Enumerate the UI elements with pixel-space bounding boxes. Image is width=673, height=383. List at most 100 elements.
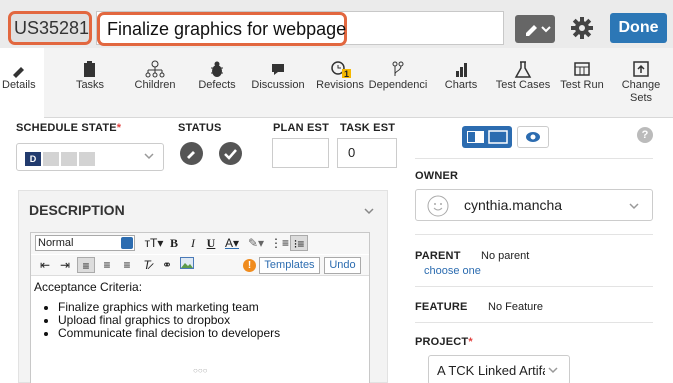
tab-label: Change Sets [621,79,661,104]
rich-text-editor[interactable]: Normal ᴛT▾ B I U A▾ ✎▾ ⋮≡ ⁝≡ ⇤ ⇥ ≡ ≡ ≡ T… [30,232,370,383]
chevron-down-icon [144,153,154,160]
templates-button[interactable]: Templates [259,257,320,274]
history-icon: 1 [331,61,351,78]
owner-label: OWNER [415,170,459,182]
revision-badge-count: 1 [344,69,349,78]
align-left-icon[interactable]: ≡ [77,257,95,273]
blocked-toggle[interactable] [180,142,203,165]
chevron-down-icon [629,203,639,210]
tab-test-run[interactable]: Test Run [556,48,608,118]
parent-value: No parent [481,250,530,262]
changeset-icon [633,61,649,77]
tab-change-sets[interactable]: Change Sets [614,48,668,118]
tab-charts[interactable]: Charts [436,48,486,118]
tab-details[interactable]: Details [0,48,44,119]
help-icon[interactable]: ? [637,127,653,143]
table-icon [574,62,590,76]
list-item: Communicate final decision to developers [58,327,366,340]
task-est-input[interactable]: 0 [337,138,397,168]
highlight-color-icon[interactable]: ✎▾ [246,235,266,251]
format-select[interactable]: Normal [35,235,135,251]
pencil-icon [13,67,24,78]
gear-icon [571,17,593,39]
chevron-down-icon [548,367,558,374]
undo-button[interactable]: Undo [324,257,361,274]
tab-dependencies[interactable]: Dependenci [368,48,428,118]
tab-label: Test Cases [495,79,551,91]
tab-label: Children [134,79,176,91]
tab-revisions[interactable]: 1 Revisions [312,48,368,118]
tab-label: Revisions [316,79,364,91]
description-content[interactable]: Acceptance Criteria: Finalize graphics w… [34,280,366,340]
pencil-icon [526,25,551,36]
tab-defects[interactable]: Defects [190,48,244,118]
project-label: PROJECT* [415,336,473,348]
title-field[interactable]: Finalize graphics for webpage [96,11,504,46]
branch-icon [392,61,404,76]
ready-toggle[interactable] [219,142,242,165]
resize-grip-icon[interactable]: ○○○ [193,366,208,375]
chevron-down-icon [121,237,133,249]
divider [415,286,653,287]
done-button[interactable]: Done [610,13,667,43]
edit-menu-button[interactable] [515,15,555,43]
state-defined[interactable]: D [25,152,41,166]
schedule-state-dropdown[interactable]: D [16,143,164,171]
divider [415,234,653,235]
choose-parent-link[interactable]: choose one [424,265,481,277]
italic-icon[interactable]: I [186,235,200,251]
plan-est-label: PLAN EST [273,122,329,134]
speech-bubble-icon [272,64,284,75]
outdent-icon[interactable]: ⇤ [37,257,53,273]
status-label: STATUS [178,122,222,134]
parent-label: PARENT [415,250,461,262]
chevron-down-icon[interactable] [363,205,375,217]
title-text: Finalize graphics for webpage [107,19,347,39]
hierarchy-icon [145,60,165,78]
formatted-id: US35281 [8,11,92,45]
clear-format-icon[interactable]: T̷ [139,257,155,273]
description-panel: DESCRIPTION Normal ᴛT▾ B I U A▾ ✎▾ ⋮≡ ⁝≡… [18,190,388,383]
task-est-label: TASK EST [340,122,396,134]
feature-value: No Feature [488,301,544,313]
editor-toolbar-row-2: ⇤ ⇥ ≡ ≡ ≡ T̷ ⚭ ! Templates Undo [31,255,369,276]
tab-discussion[interactable]: Discussion [248,48,308,118]
bar-chart-icon [456,63,467,77]
image-icon[interactable] [179,257,195,273]
acceptance-list: Finalize graphics with marketing team Up… [58,301,366,340]
flask-icon [514,61,532,78]
align-right-icon[interactable]: ≡ [119,257,135,273]
state-segment[interactable] [79,152,95,166]
check-icon [224,149,237,160]
tab-tasks[interactable]: Tasks [68,48,112,118]
project-value: A TCK Linked Artifact [437,363,545,378]
indent-icon[interactable]: ⇥ [57,257,73,273]
watch-button[interactable] [517,126,549,148]
avatar [427,195,449,217]
artifact-header: US35281 Finalize graphics for webpage Do… [0,0,673,48]
format-select-value: Normal [38,237,74,249]
owner-dropdown[interactable]: cynthia.mancha [415,189,653,221]
project-dropdown[interactable]: A TCK Linked Artifact [428,355,570,383]
tab-children[interactable]: Children [128,48,182,118]
text-color-icon[interactable]: A▾ [222,235,242,251]
bug-icon [211,61,223,77]
underline-icon[interactable]: U [204,235,218,251]
numbered-list-icon[interactable]: ⋮≡ [270,235,289,251]
divider [415,322,653,323]
align-center-icon[interactable]: ≡ [99,257,115,273]
bullet-list-icon[interactable]: ⁝≡ [290,235,308,251]
layout-toggle[interactable] [462,126,512,148]
link-icon[interactable]: ⚭ [159,257,175,273]
state-segment[interactable] [43,152,59,166]
tab-label: Discussion [251,79,305,91]
tab-label: Defects [198,79,236,91]
tab-test-cases[interactable]: Test Cases [492,48,554,118]
plan-est-input[interactable] [272,138,329,168]
font-size-icon[interactable]: ᴛT▾ [143,235,165,251]
bold-icon[interactable]: B [167,235,181,251]
description-title: DESCRIPTION [29,202,125,218]
settings-button[interactable] [567,13,597,43]
pencil-icon [187,151,195,159]
state-segment[interactable] [61,152,77,166]
